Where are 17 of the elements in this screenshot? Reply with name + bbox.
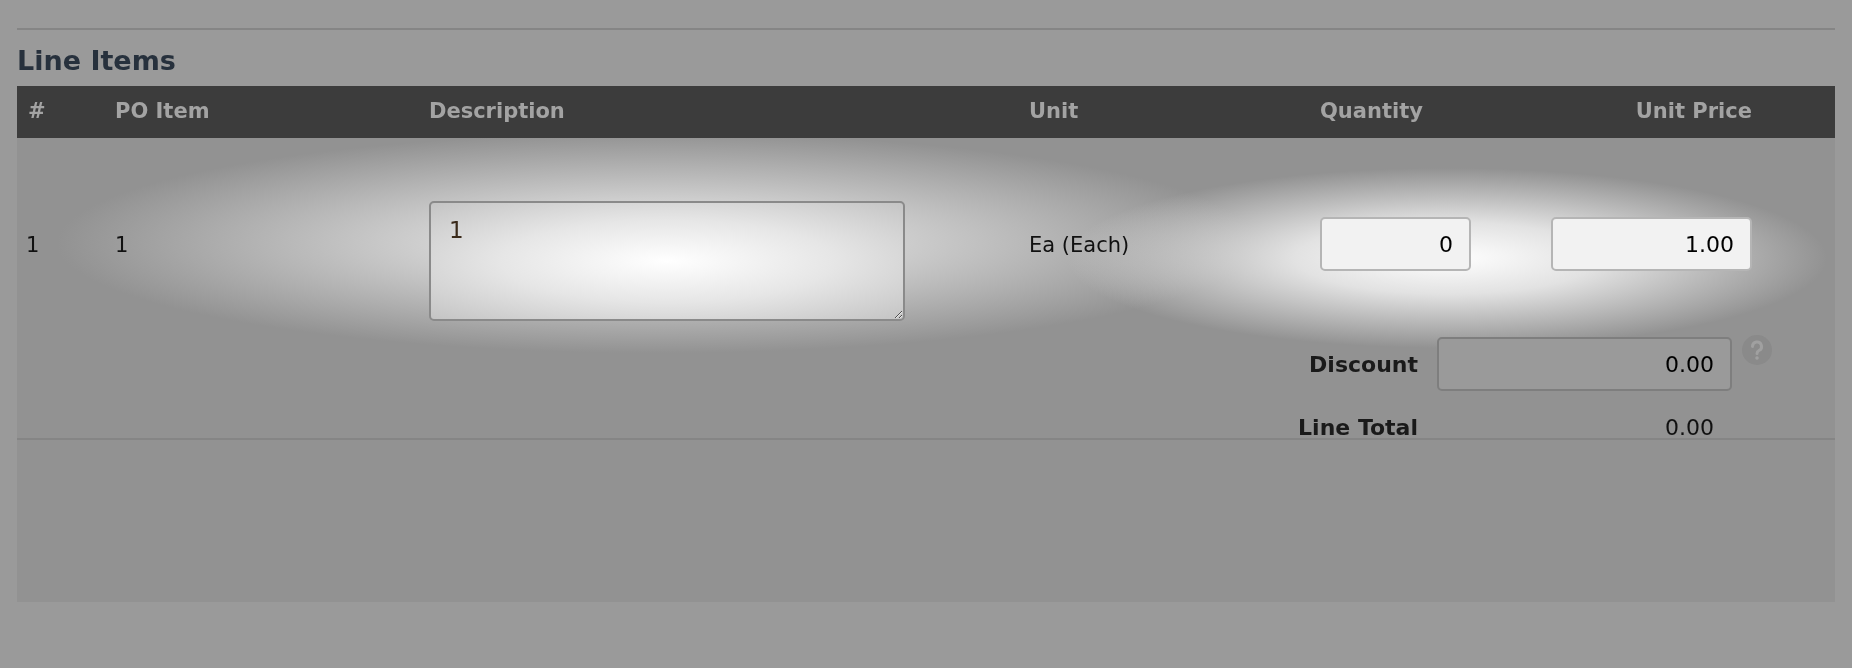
column-header: Unit — [1029, 99, 1079, 124]
section-title: Line Items — [17, 44, 176, 78]
line-total-value: 0.00 — [1665, 415, 1714, 440]
table-cell: 1 — [115, 233, 129, 257]
column-header: Unit Price — [1635, 99, 1752, 124]
field-label: Line Total — [1298, 415, 1418, 440]
table-cell: 1 — [26, 233, 40, 257]
column-header: Quantity — [1320, 99, 1423, 124]
column-header: # — [28, 99, 46, 124]
field-label: Discount — [1309, 351, 1418, 377]
column-header: Description — [429, 99, 565, 124]
unit-price-field[interactable]: 1.00 — [1551, 217, 1752, 271]
quantity-field[interactable]: 0 — [1320, 217, 1471, 271]
discount-field[interactable]: 0.00 — [1437, 337, 1732, 391]
table-cell: Ea (Each) — [1029, 233, 1130, 257]
column-header: PO Item — [115, 99, 210, 124]
description-field[interactable]: 1 — [429, 201, 905, 321]
